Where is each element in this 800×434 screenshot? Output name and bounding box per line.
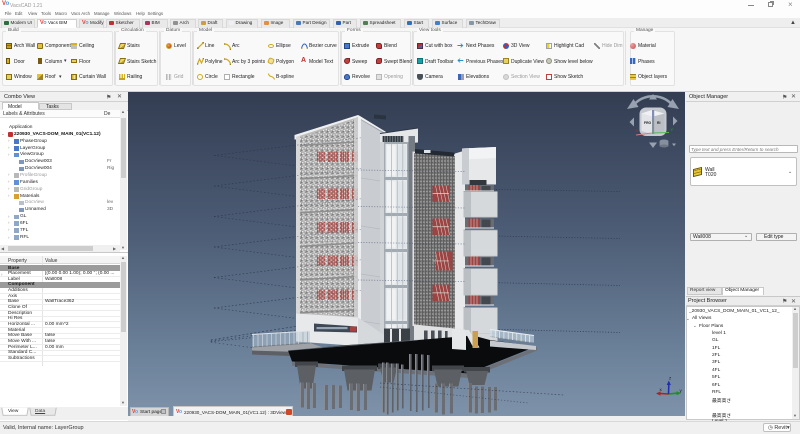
- svg-text:RI: RI: [657, 121, 660, 125]
- svg-text:X: X: [636, 128, 639, 133]
- svg-text:Y: Y: [671, 127, 674, 132]
- svg-text:FRO: FRO: [644, 121, 652, 125]
